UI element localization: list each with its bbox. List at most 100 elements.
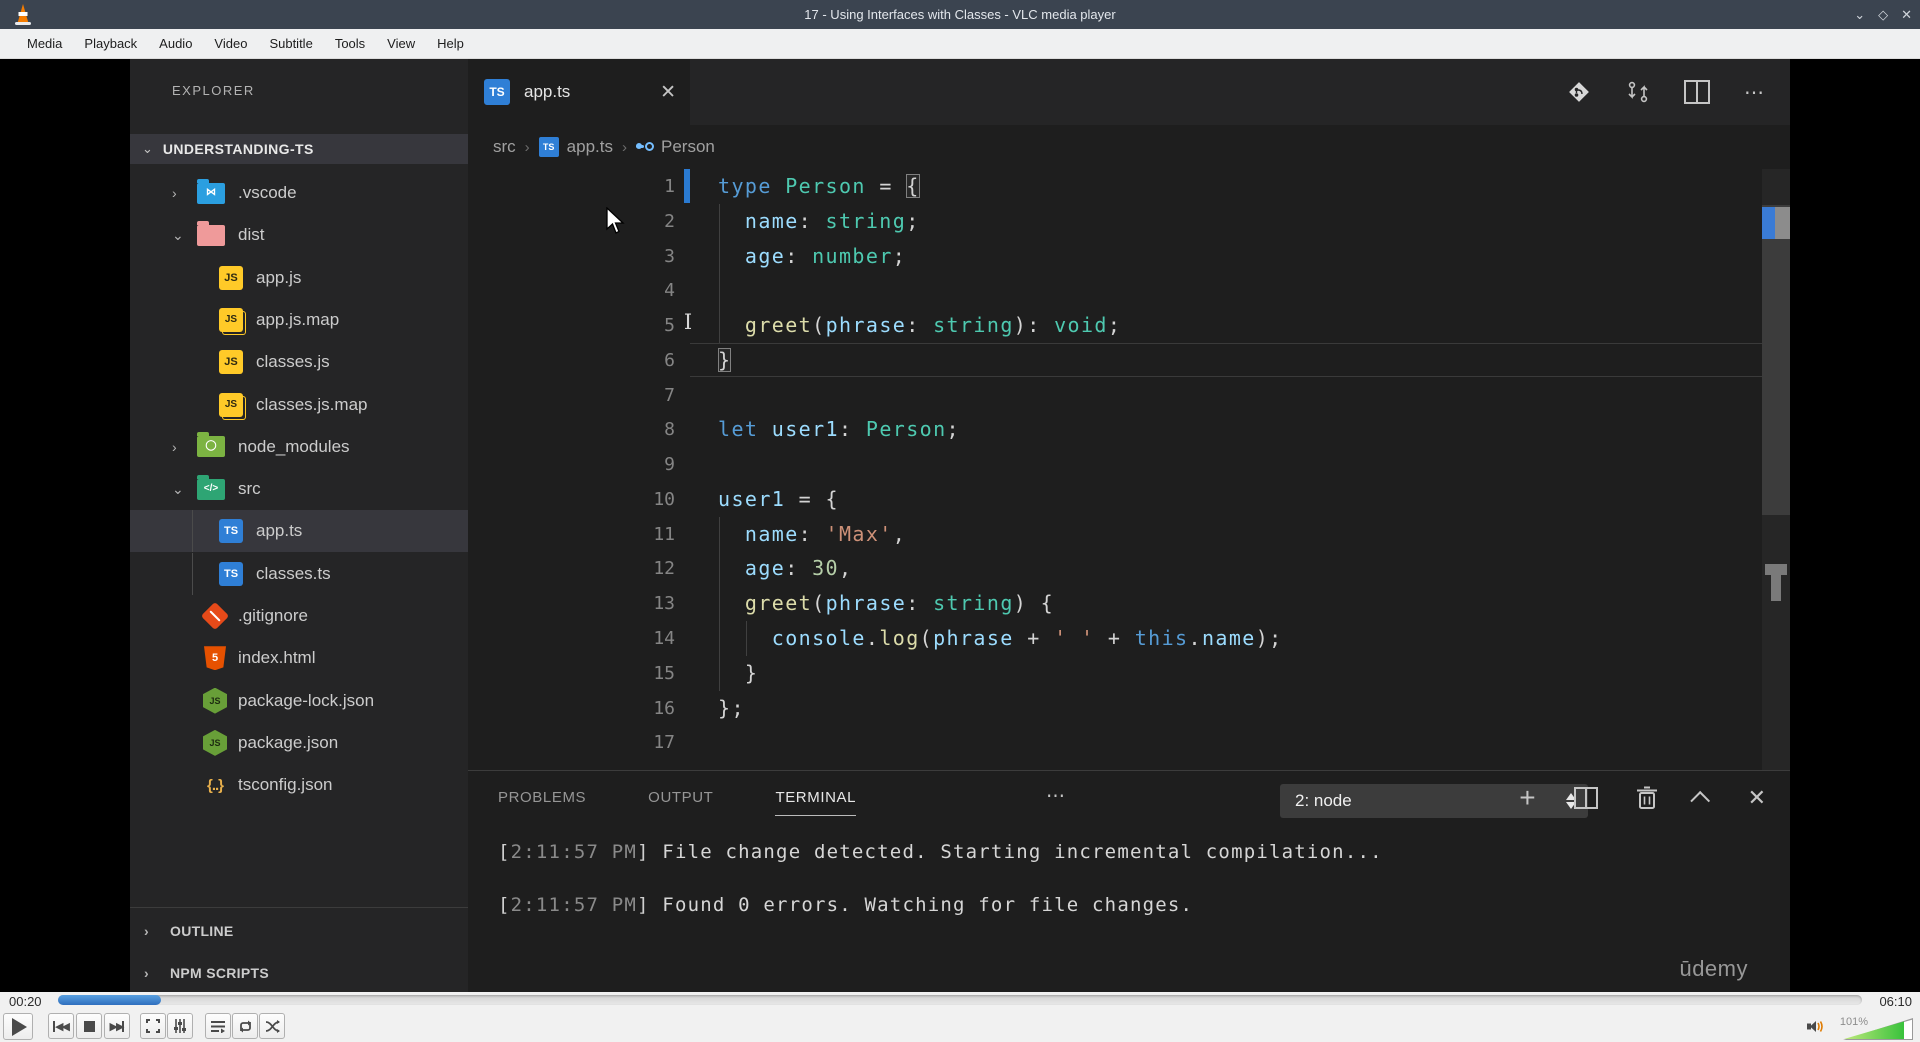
kill-terminal-icon[interactable]: [1636, 786, 1658, 810]
code-line-6: 6}: [468, 342, 1790, 378]
next-icon: ▶▶: [109, 1020, 125, 1033]
minimize-button[interactable]: ⌄: [1854, 7, 1865, 23]
tree-item-app-js-map[interactable]: JS app.js.map: [130, 299, 468, 341]
line-number: 8: [664, 419, 675, 441]
mouse-arrow-pointer: [606, 207, 625, 234]
tab-app-ts[interactable]: TS app.ts ✕: [468, 59, 690, 125]
sync-changes-icon[interactable]: [1626, 79, 1650, 105]
udemy-watermark: ūdemy: [1679, 956, 1748, 981]
menu-view[interactable]: View: [376, 36, 426, 51]
extended-settings-button[interactable]: [167, 1013, 193, 1039]
code-line-14: 14 console.log(phrase + ' ' + this.name)…: [468, 621, 1790, 656]
tree-item-package-lock-json[interactable]: JS package-lock.json: [130, 680, 468, 722]
open-changes-icon[interactable]: [1566, 79, 1592, 105]
tree-item-index-html[interactable]: 5 index.html: [130, 637, 468, 679]
loop-icon: [239, 1020, 251, 1032]
code-line-1: 1 type Person = {: [468, 169, 1790, 204]
section-npm-scripts[interactable]: › NPM SCRIPTS: [130, 953, 468, 993]
breadcrumb-src[interactable]: src: [493, 137, 516, 157]
menu-tools[interactable]: Tools: [324, 36, 376, 51]
menu-media[interactable]: Media: [16, 36, 73, 51]
maximize-panel-icon[interactable]: [1689, 790, 1710, 811]
menu-video[interactable]: Video: [203, 36, 258, 51]
tree-item-app-js[interactable]: JS app.js: [130, 257, 468, 299]
dist-folder-icon: [197, 220, 225, 246]
code-line-4: 4: [468, 273, 1790, 309]
tree-item-package-json[interactable]: JS package.json: [130, 722, 468, 764]
tree-item-classes-ts[interactable]: TS classes.ts: [130, 552, 468, 595]
tsconfig-icon: {..}: [206, 776, 224, 794]
split-editor-icon[interactable]: [1684, 80, 1710, 104]
line-number: 17: [653, 732, 675, 754]
fullscreen-button[interactable]: [140, 1013, 166, 1039]
tree-item-classes-js-map[interactable]: JS classes.js.map: [130, 384, 468, 426]
tree-item-src[interactable]: ⌄ </> src: [130, 468, 468, 510]
tree-item-dist[interactable]: ⌄ dist: [130, 214, 468, 256]
vscode-folder-icon: ⋈: [197, 178, 225, 204]
editor-scrollbar[interactable]: [1762, 169, 1790, 770]
volume-icon[interactable]: [1807, 1019, 1824, 1034]
panel-tab-output[interactable]: OUTPUT: [648, 789, 713, 816]
playlist-button[interactable]: [205, 1013, 231, 1039]
close-panel-icon[interactable]: ✕: [1748, 785, 1766, 811]
chevron-down-icon: ⌄: [142, 141, 153, 156]
breadcrumb-symbol[interactable]: Person: [661, 137, 715, 157]
stop-button[interactable]: [76, 1013, 102, 1039]
volume-slider[interactable]: [1843, 1018, 1913, 1040]
code-line-2: 2 name: string;: [468, 203, 1790, 239]
tree-item-app-ts[interactable]: TS app.ts: [130, 510, 468, 553]
seek-slider[interactable]: [58, 995, 1862, 1005]
panel-tab-terminal[interactable]: TERMINAL: [775, 789, 857, 816]
tree-item-classes-js[interactable]: JS classes.js: [130, 341, 468, 383]
explorer-title: EXPLORER: [172, 83, 255, 98]
random-button[interactable]: [259, 1013, 285, 1039]
titlebar[interactable]: 17 - Using Interfaces with Classes - VLC…: [0, 0, 1920, 29]
line-number: 7: [664, 384, 675, 406]
breadcrumb-file[interactable]: app.ts: [567, 137, 613, 157]
tree-item-tsconfig-json[interactable]: {..} tsconfig.json: [130, 764, 468, 806]
more-actions-icon[interactable]: ⋯: [1744, 80, 1766, 105]
new-terminal-icon[interactable]: +: [1519, 784, 1535, 812]
src-folder-icon: </>: [197, 474, 225, 500]
chevron-right-icon: ›: [144, 923, 149, 939]
shuffle-icon: [265, 1019, 280, 1033]
code-line-3: 3 age: number;: [468, 238, 1790, 274]
video-area[interactable]: EXPLORER ⌄ UNDERSTANDING-TS › ⋈ .vscode ⌄ di…: [0, 59, 1920, 1041]
tree-item--gitignore[interactable]: .gitignore: [130, 595, 468, 637]
stop-icon: [83, 1020, 95, 1032]
chevron-right-icon: ›: [172, 438, 177, 455]
code-line-17: 17: [468, 725, 1790, 760]
tab-close-icon[interactable]: ✕: [660, 81, 676, 104]
tree-item-node-modules[interactable]: › ◯ node_modules: [130, 426, 468, 468]
indent-guide: [719, 273, 720, 309]
menu-playback[interactable]: Playback: [73, 36, 148, 51]
previous-button[interactable]: ◀◀: [48, 1013, 74, 1039]
line-number: 2: [664, 210, 675, 232]
play-button[interactable]: [3, 1013, 33, 1040]
section-outline[interactable]: › OUTLINE: [130, 911, 468, 951]
code-line-7: 7: [468, 378, 1790, 413]
line-number: 4: [664, 280, 675, 302]
line-number: 11: [653, 523, 675, 545]
split-terminal-icon[interactable]: [1573, 787, 1598, 809]
js-map-file-icon: JS: [219, 392, 243, 417]
maximize-button[interactable]: ◇: [1878, 7, 1888, 23]
tree-root-understanding-ts[interactable]: ⌄ UNDERSTANDING-TS: [130, 134, 468, 164]
bottom-panel: PROBLEMS OUTPUT TERMINAL ⋯ 2: node + ✕ [2:…: [468, 770, 1790, 1041]
seek-row: 00:20 06:10: [0, 992, 1920, 1010]
next-button[interactable]: ▶▶: [104, 1013, 130, 1039]
menu-help[interactable]: Help: [426, 36, 475, 51]
code-line-9: 9: [468, 447, 1790, 482]
menu-subtitle[interactable]: Subtitle: [258, 36, 323, 51]
panel-tab-problems[interactable]: PROBLEMS: [498, 789, 586, 816]
loop-button[interactable]: [232, 1013, 258, 1039]
menu-audio[interactable]: Audio: [148, 36, 203, 51]
code-line-15: 15 }: [468, 655, 1790, 691]
code-editor[interactable]: 1 type Person = {2 name: string; 3 age: nu…: [468, 169, 1790, 770]
line-number: 9: [664, 454, 675, 476]
panel-more-icon[interactable]: ⋯: [1046, 785, 1068, 808]
typescript-file-icon: TS: [219, 561, 243, 586]
line-number: 10: [653, 488, 675, 510]
close-button[interactable]: ✕: [1901, 7, 1912, 23]
tree-item--vscode[interactable]: › ⋈ .vscode: [130, 172, 468, 214]
